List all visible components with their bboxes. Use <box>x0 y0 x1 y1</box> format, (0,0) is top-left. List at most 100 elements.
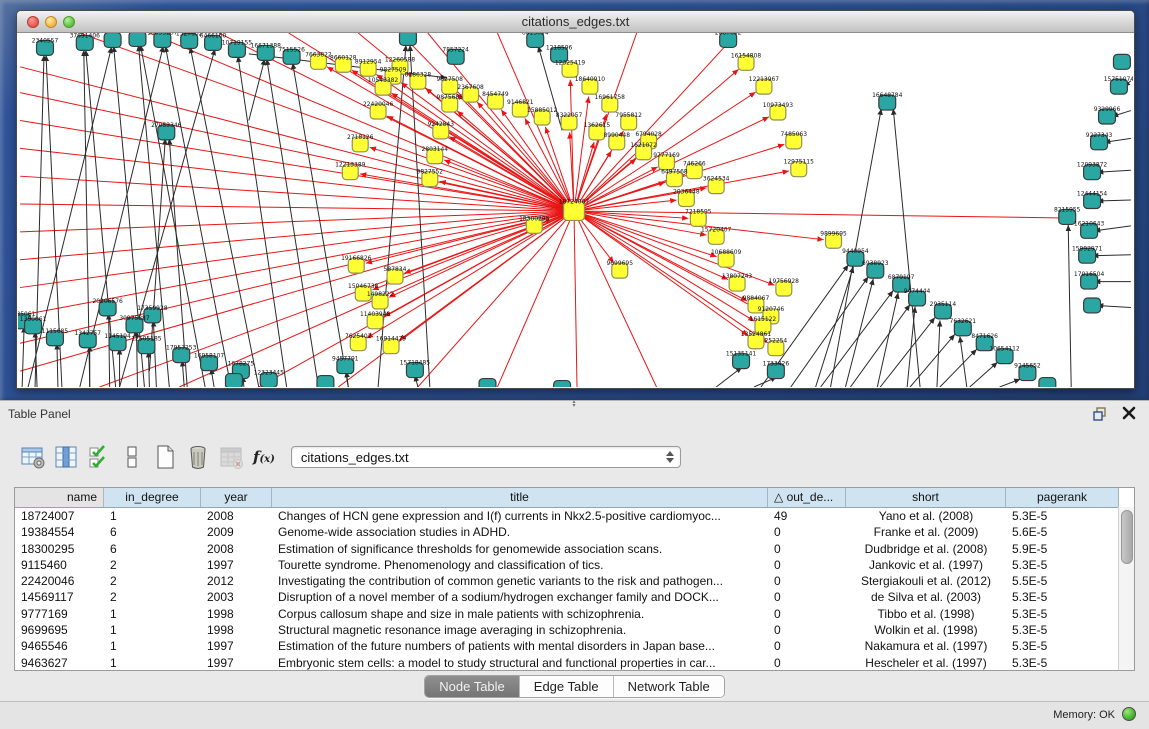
table-row[interactable]: 946554611997Estimation of the future num… <box>15 638 1134 654</box>
cell-year: 1997 <box>201 638 272 654</box>
citation-edge-black[interactable] <box>109 313 110 387</box>
cell-in_degree: 6 <box>104 524 201 540</box>
citation-edge-black[interactable] <box>182 360 184 387</box>
citation-edge-black[interactable] <box>1000 379 1021 387</box>
column-header-short[interactable]: short <box>846 488 1006 507</box>
citation-edge-red[interactable] <box>20 211 574 232</box>
graph-node-label: 8660128 <box>330 54 357 61</box>
graph-node[interactable] <box>399 33 416 45</box>
table-selector-dropdown[interactable]: citations_edges.txt <box>291 446 681 468</box>
float-panel-icon[interactable] <box>1093 406 1109 422</box>
citation-edge-red[interactable] <box>20 204 574 211</box>
citation-network-graph[interactable]: 2340557376914061085328715276026466160107… <box>18 33 1133 387</box>
citation-edge-red[interactable] <box>570 80 574 211</box>
function-builder-icon[interactable]: f(x) <box>253 448 275 466</box>
graph-node[interactable] <box>317 376 334 387</box>
citation-edge-black[interactable] <box>1068 225 1071 387</box>
table-row[interactable]: 946362711997Embryonic stem cells: a mode… <box>15 655 1134 671</box>
graph-node[interactable] <box>225 374 242 387</box>
table-body[interactable]: 1872400712008Changes of HCN gene express… <box>15 508 1134 671</box>
graph-node-label: 1362615 <box>584 122 611 129</box>
table-row[interactable]: 1456911722003Disruption of a novel membe… <box>15 589 1134 605</box>
graph-node[interactable] <box>129 33 146 46</box>
node-table[interactable]: namein_degreeyeartitle△ out_de...shortpa… <box>14 487 1135 671</box>
graph-node-label: 20206576 <box>92 298 123 305</box>
column-header-title[interactable]: title <box>272 488 768 507</box>
tab-edge-table[interactable]: Edge Table <box>520 676 614 697</box>
citation-edge-black[interactable] <box>22 326 24 387</box>
row-height-icon[interactable] <box>117 442 147 472</box>
cell-name: 19384554 <box>15 524 104 540</box>
new-table-icon[interactable] <box>150 442 180 472</box>
graph-node-label: 12444154 <box>1077 191 1108 198</box>
citation-edge-black[interactable] <box>821 291 894 387</box>
table-row[interactable]: 911546021997Tourette syndrome. Phenomeno… <box>15 557 1134 573</box>
citation-edge-black[interactable] <box>190 47 259 387</box>
graph-node[interactable] <box>1084 298 1101 313</box>
citation-edge-black[interactable] <box>893 109 920 387</box>
citation-edge-black[interactable] <box>153 320 156 387</box>
citation-edge-black[interactable] <box>267 59 319 387</box>
citation-edge-black[interactable] <box>35 55 44 387</box>
citation-edge-black[interactable] <box>907 306 915 387</box>
graph-node[interactable] <box>104 33 121 47</box>
close-panel-icon[interactable] <box>1121 405 1137 421</box>
citation-edge-red[interactable] <box>20 121 574 211</box>
graph-node[interactable] <box>1113 54 1130 69</box>
citation-edge-black[interactable] <box>937 320 940 387</box>
show-columns-icon[interactable] <box>51 442 81 472</box>
citation-edge-black[interactable] <box>148 351 149 387</box>
graph-node-label: 17016504 <box>1074 271 1105 278</box>
citation-edge-black[interactable] <box>1092 255 1131 256</box>
table-scrollbar[interactable] <box>1118 507 1134 670</box>
citation-edge-black[interactable] <box>249 59 265 121</box>
graph-node[interactable] <box>479 379 496 387</box>
table-row[interactable]: 969969511998Structural magnetic resonanc… <box>15 622 1134 638</box>
column-header-year[interactable]: year <box>201 488 272 507</box>
citation-edge-black[interactable] <box>293 63 349 387</box>
citation-edge-red[interactable] <box>574 211 1064 218</box>
table-row[interactable]: 977716911998Corpus callosum shape and si… <box>15 606 1134 622</box>
citation-edge-black[interactable] <box>791 277 869 387</box>
citation-edge-black[interactable] <box>970 362 998 387</box>
citation-edge-red[interactable] <box>399 211 574 340</box>
graph-node[interactable] <box>1039 378 1056 387</box>
table-row[interactable]: 1938455462009Genome-wide association stu… <box>15 524 1134 540</box>
citation-edge-red[interactable] <box>384 211 574 317</box>
citation-edge-black[interactable] <box>1097 200 1131 201</box>
citation-edge-black[interactable] <box>960 336 967 387</box>
cell-pagerank: 5.3E-5 <box>1006 655 1119 671</box>
column-header-name[interactable]: name <box>15 488 104 507</box>
memory-status-indicator[interactable] <box>1122 707 1136 721</box>
citation-edge-black[interactable] <box>1097 305 1131 307</box>
citation-edge-black[interactable] <box>57 343 58 387</box>
citation-edge-black[interactable] <box>845 279 873 387</box>
citation-edge-black[interactable] <box>1097 170 1131 172</box>
column-header-in_degree[interactable]: in_degree <box>104 488 201 507</box>
table-row[interactable]: 2242004622012Investigating the contribut… <box>15 573 1134 589</box>
window-titlebar[interactable]: citations_edges.txt <box>17 11 1134 33</box>
citation-edge-black[interactable] <box>238 56 287 387</box>
table-row[interactable]: 1872400712008Changes of HCN gene express… <box>15 508 1134 524</box>
tab-network-table[interactable]: Network Table <box>614 676 724 697</box>
column-header-out_de[interactable]: △ out_de... <box>768 488 846 507</box>
tab-node-table[interactable]: Node Table <box>425 676 520 697</box>
citation-edge-red[interactable] <box>574 211 577 387</box>
citation-edge-black[interactable] <box>880 317 935 387</box>
graph-node[interactable] <box>554 381 571 387</box>
table-scrollbar-thumb[interactable] <box>1121 510 1133 564</box>
cell-title: Estimation of significance thresholds fo… <box>272 541 768 557</box>
citation-edge-red[interactable] <box>418 211 574 387</box>
column-header-pagerank[interactable]: pagerank <box>1006 488 1119 507</box>
table-selector-value: citations_edges.txt <box>301 450 409 465</box>
delete-entries-icon[interactable] <box>183 442 213 472</box>
network-canvas[interactable]: 2340557376914061085328715276026466160107… <box>18 33 1133 387</box>
table-row[interactable]: 1830029562008Estimation of significance … <box>15 541 1134 557</box>
citation-edge-black[interactable] <box>940 349 977 387</box>
select-rows-icon[interactable] <box>84 442 114 472</box>
citation-edge-red[interactable] <box>497 211 574 387</box>
table-settings-icon[interactable] <box>18 442 48 472</box>
graph-node-label: 16154808 <box>731 52 762 59</box>
citation-edge-red[interactable] <box>20 211 574 343</box>
citation-edge-black[interactable] <box>716 367 742 387</box>
